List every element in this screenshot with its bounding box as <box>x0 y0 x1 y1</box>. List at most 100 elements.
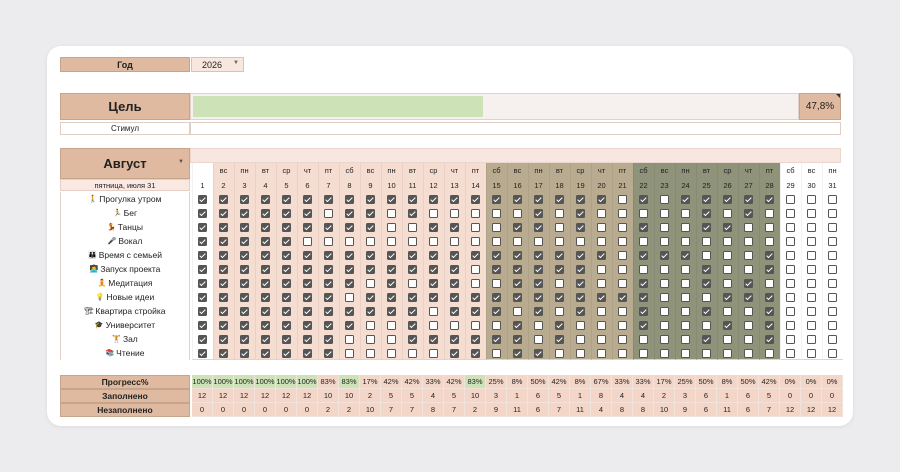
habit-checkbox[interactable] <box>345 348 354 358</box>
habit-checkbox[interactable] <box>324 292 333 302</box>
habit-checkbox[interactable] <box>324 222 333 232</box>
habit-checkbox[interactable] <box>261 292 270 302</box>
habit-checkbox[interactable] <box>807 320 816 330</box>
habit-checkbox[interactable] <box>807 264 816 274</box>
habit-checkbox[interactable] <box>408 348 417 358</box>
habit-checkbox[interactable] <box>534 278 543 288</box>
habit-checkbox[interactable] <box>240 222 249 232</box>
habit-checkbox[interactable] <box>639 334 648 344</box>
habit-checkbox[interactable] <box>261 194 270 204</box>
habit-checkbox[interactable] <box>324 334 333 344</box>
habit-checkbox[interactable] <box>387 264 396 274</box>
habit-checkbox[interactable] <box>303 292 312 302</box>
habit-checkbox[interactable] <box>303 250 312 260</box>
habit-checkbox[interactable] <box>786 236 795 246</box>
habit-checkbox[interactable] <box>345 334 354 344</box>
habit-checkbox[interactable] <box>618 264 627 274</box>
habit-checkbox[interactable] <box>345 264 354 274</box>
habit-checkbox[interactable] <box>471 320 480 330</box>
habit-checkbox[interactable] <box>555 348 564 358</box>
habit-checkbox[interactable] <box>660 278 669 288</box>
habit-checkbox[interactable] <box>282 348 291 358</box>
habit-checkbox[interactable] <box>282 222 291 232</box>
habit-checkbox[interactable] <box>555 208 564 218</box>
habit-checkbox[interactable] <box>492 292 501 302</box>
habit-checkbox[interactable] <box>618 278 627 288</box>
habit-checkbox[interactable] <box>408 306 417 316</box>
habit-checkbox[interactable] <box>660 320 669 330</box>
habit-checkbox[interactable] <box>534 334 543 344</box>
habit-checkbox[interactable] <box>261 222 270 232</box>
habit-checkbox[interactable] <box>702 320 711 330</box>
habit-checkbox[interactable] <box>576 320 585 330</box>
habit-checkbox[interactable] <box>387 292 396 302</box>
habit-checkbox[interactable] <box>324 236 333 246</box>
habit-checkbox[interactable] <box>366 208 375 218</box>
habit-checkbox[interactable] <box>807 250 816 260</box>
habit-checkbox[interactable] <box>639 194 648 204</box>
habit-checkbox[interactable] <box>702 264 711 274</box>
habit-checkbox[interactable] <box>576 292 585 302</box>
habit-checkbox[interactable] <box>303 208 312 218</box>
habit-checkbox[interactable] <box>534 320 543 330</box>
habit-checkbox[interactable] <box>513 292 522 302</box>
habit-checkbox[interactable] <box>240 334 249 344</box>
habit-checkbox[interactable] <box>681 334 690 344</box>
habit-checkbox[interactable] <box>702 208 711 218</box>
habit-checkbox[interactable] <box>681 236 690 246</box>
habit-checkbox[interactable] <box>555 222 564 232</box>
habit-checkbox[interactable] <box>828 264 837 274</box>
habit-checkbox[interactable] <box>681 194 690 204</box>
habit-checkbox[interactable] <box>366 306 375 316</box>
habit-checkbox[interactable] <box>261 236 270 246</box>
habit-checkbox[interactable] <box>303 236 312 246</box>
habit-checkbox[interactable] <box>450 278 459 288</box>
habit-checkbox[interactable] <box>282 292 291 302</box>
habit-checkbox[interactable] <box>513 236 522 246</box>
habit-checkbox[interactable] <box>744 278 753 288</box>
habit-checkbox[interactable] <box>807 222 816 232</box>
habit-checkbox[interactable] <box>492 250 501 260</box>
habit-checkbox[interactable] <box>408 222 417 232</box>
habit-checkbox[interactable] <box>471 348 480 358</box>
habit-checkbox[interactable] <box>303 320 312 330</box>
habit-checkbox[interactable] <box>807 348 816 358</box>
habit-checkbox[interactable] <box>282 208 291 218</box>
habit-checkbox[interactable] <box>198 278 207 288</box>
habit-checkbox[interactable] <box>240 306 249 316</box>
habit-checkbox[interactable] <box>198 250 207 260</box>
habit-checkbox[interactable] <box>618 292 627 302</box>
habit-checkbox[interactable] <box>471 306 480 316</box>
habit-checkbox[interactable] <box>723 264 732 274</box>
habit-checkbox[interactable] <box>534 236 543 246</box>
habit-checkbox[interactable] <box>513 348 522 358</box>
habit-checkbox[interactable] <box>240 236 249 246</box>
habit-checkbox[interactable] <box>765 334 774 344</box>
habit-checkbox[interactable] <box>744 320 753 330</box>
habit-checkbox[interactable] <box>618 236 627 246</box>
habit-checkbox[interactable] <box>366 236 375 246</box>
habit-checkbox[interactable] <box>597 348 606 358</box>
habit-checkbox[interactable] <box>471 208 480 218</box>
habit-checkbox[interactable] <box>240 250 249 260</box>
habit-checkbox[interactable] <box>555 264 564 274</box>
habit-checkbox[interactable] <box>429 236 438 246</box>
habit-checkbox[interactable] <box>597 264 606 274</box>
stimulus-field[interactable] <box>190 122 841 135</box>
habit-checkbox[interactable] <box>576 278 585 288</box>
year-select[interactable]: 2026 ▼ <box>191 57 244 72</box>
habit-checkbox[interactable] <box>534 348 543 358</box>
habit-checkbox[interactable] <box>534 222 543 232</box>
habit-checkbox[interactable] <box>786 222 795 232</box>
habit-checkbox[interactable] <box>366 222 375 232</box>
habit-checkbox[interactable] <box>744 306 753 316</box>
habit-checkbox[interactable] <box>219 222 228 232</box>
habit-checkbox[interactable] <box>723 306 732 316</box>
habit-checkbox[interactable] <box>324 278 333 288</box>
habit-checkbox[interactable] <box>492 194 501 204</box>
habit-checkbox[interactable] <box>639 348 648 358</box>
habit-checkbox[interactable] <box>450 208 459 218</box>
habit-checkbox[interactable] <box>597 222 606 232</box>
habit-checkbox[interactable] <box>324 208 333 218</box>
habit-checkbox[interactable] <box>408 320 417 330</box>
